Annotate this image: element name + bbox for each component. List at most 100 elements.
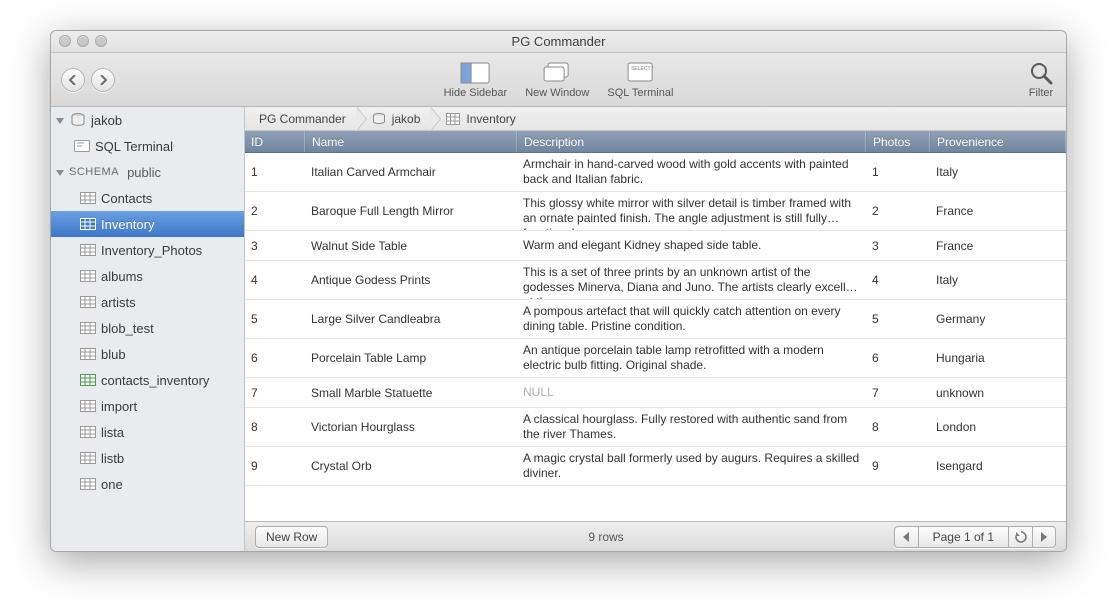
disclosure-triangle-icon[interactable] — [55, 167, 65, 177]
database-icon — [370, 113, 388, 125]
sidebar-db-label: jakob — [91, 113, 244, 128]
cell-description-wrap: Armchair in hand-carved wood with gold a… — [517, 153, 866, 191]
column-header-name[interactable]: Name — [305, 131, 517, 152]
close-window-button[interactable] — [59, 35, 71, 47]
cell-description: A magic crystal ball formerly used by au… — [523, 451, 859, 480]
table-icon — [79, 244, 97, 256]
column-header-description[interactable]: Description — [517, 131, 866, 152]
app-window: PG Commander Hide Sidebar New Window — [50, 30, 1067, 552]
table-body[interactable]: 1Italian Carved ArmchairArmchair in hand… — [245, 153, 1066, 521]
toolbar-center: Hide Sidebar New Window SELECT * SQL Ter… — [444, 61, 674, 99]
table-icon — [79, 322, 97, 334]
table-row[interactable]: 3Walnut Side Table Warm and elegant Kidne… — [245, 231, 1066, 261]
cell-id: 7 — [245, 382, 305, 404]
sidebar-item-contacts_inventory[interactable]: contacts_inventory — [51, 367, 244, 393]
table-icon — [79, 452, 97, 464]
terminal-icon: SELECT * — [625, 61, 655, 85]
triangle-right-icon — [1040, 532, 1048, 542]
sidebar-item-label: albums — [101, 269, 244, 284]
column-header-id[interactable]: ID — [245, 131, 305, 152]
cell-name: Baroque Full Length Mirror — [305, 200, 517, 222]
schema-name: public — [127, 165, 244, 180]
sidebar-item-one[interactable]: one — [51, 471, 244, 497]
table-icon — [79, 192, 97, 204]
toolbar-label: Filter — [1029, 87, 1053, 99]
footer: New Row 9 rows Page 1 of 1 — [245, 521, 1066, 551]
table-row[interactable]: 1Italian Carved ArmchairArmchair in hand… — [245, 153, 1066, 192]
breadcrumb-item[interactable]: PG Commander — [245, 107, 356, 130]
sidebar-item-blub[interactable]: blub — [51, 341, 244, 367]
breadcrumb-item[interactable]: Inventory — [430, 107, 525, 130]
refresh-icon — [1015, 531, 1027, 543]
table-row[interactable]: 6Porcelain Table LampAn antique porcelai… — [245, 339, 1066, 378]
zoom-window-button[interactable] — [95, 35, 107, 47]
sql-terminal-button[interactable]: SELECT * SQL Terminal — [607, 61, 673, 99]
cell-provenience: Hungaria — [930, 347, 1066, 369]
minimize-window-button[interactable] — [77, 35, 89, 47]
sidebar-item-artists[interactable]: artists — [51, 289, 244, 315]
toolbar-label: SQL Terminal — [607, 87, 673, 99]
hide-sidebar-button[interactable]: Hide Sidebar — [444, 61, 508, 99]
page-next-button[interactable] — [1032, 526, 1056, 548]
cell-name: Crystal Orb — [305, 455, 517, 477]
sidebar-item-inventory_photos[interactable]: Inventory_Photos — [51, 237, 244, 263]
column-header-provenience[interactable]: Provenience — [930, 131, 1066, 152]
cell-photos: 1 — [866, 161, 930, 183]
table-row[interactable]: 9Crystal OrbA magic crystal ball formerl… — [245, 447, 1066, 486]
table-row[interactable]: 5Large Silver CandleabraA pompous artefa… — [245, 300, 1066, 339]
sidebar-icon — [460, 61, 490, 85]
disclosure-triangle-icon[interactable] — [55, 115, 65, 125]
breadcrumb-label: jakob — [392, 112, 421, 126]
page-indicator: Page 1 of 1 — [918, 526, 1008, 548]
table-row[interactable]: 4Antique Godess PrintsThis is a set of t… — [245, 261, 1066, 300]
new-window-button[interactable]: New Window — [525, 61, 589, 99]
sidebar-item-blob_test[interactable]: blob_test — [51, 315, 244, 341]
sidebar-item-lista[interactable]: lista — [51, 419, 244, 445]
sidebar-item-import[interactable]: import — [51, 393, 244, 419]
cell-description: Warm and elegant Kidney shaped side tabl… — [523, 238, 761, 252]
filter-button[interactable]: Filter — [1026, 61, 1056, 99]
cell-provenience: France — [930, 235, 1066, 257]
sidebar-item-label: blob_test — [101, 321, 244, 336]
sidebar-item-label: contacts_inventory — [101, 373, 244, 388]
cell-id: 2 — [245, 200, 305, 222]
back-button[interactable] — [61, 68, 85, 92]
cell-description-wrap: A classical hourglass. Fully restored wi… — [517, 408, 866, 446]
table-row[interactable]: 8Victorian HourglassA classical hourglas… — [245, 408, 1066, 447]
traffic-lights — [59, 35, 107, 47]
cell-name: Victorian Hourglass — [305, 416, 517, 438]
column-header-photos[interactable]: Photos — [866, 131, 930, 152]
cell-photos: 6 — [866, 347, 930, 369]
sidebar-item-listb[interactable]: listb — [51, 445, 244, 471]
terminal-icon — [73, 140, 91, 152]
sidebar: jakob SQL Terminal SCHEMA public Contact… — [51, 107, 245, 551]
cell-description-wrap: An antique porcelain table lamp retrofit… — [517, 339, 866, 377]
cell-id: 8 — [245, 416, 305, 438]
sidebar-item-inventory[interactable]: Inventory — [51, 211, 244, 237]
sidebar-sql-terminal[interactable]: SQL Terminal — [51, 133, 244, 159]
forward-button[interactable] — [91, 68, 115, 92]
breadcrumb-item[interactable]: jakob — [356, 107, 431, 130]
new-row-button[interactable]: New Row — [255, 526, 328, 548]
cell-id: 3 — [245, 235, 305, 257]
table-row[interactable]: 7Small Marble StatuetteNULL7unknown — [245, 378, 1066, 408]
sidebar-item-albums[interactable]: albums — [51, 263, 244, 289]
page-prev-button[interactable] — [894, 526, 918, 548]
table-icon — [79, 426, 97, 438]
sidebar-item-label: import — [101, 399, 244, 414]
table-row[interactable]: 2Baroque Full Length MirrorThis glossy w… — [245, 192, 1066, 231]
sidebar-item-label: lista — [101, 425, 244, 440]
cell-name: Walnut Side Table — [305, 235, 517, 257]
breadcrumb-label: PG Commander — [259, 112, 346, 126]
page-refresh-button[interactable] — [1008, 526, 1032, 548]
svg-text:SELECT *: SELECT * — [631, 66, 653, 72]
table-icon — [79, 270, 97, 282]
cell-photos: 2 — [866, 200, 930, 222]
cell-provenience: Italy — [930, 161, 1066, 183]
table-icon — [444, 113, 462, 125]
sidebar-schema-node[interactable]: SCHEMA public — [51, 159, 244, 185]
schema-prefix: SCHEMA — [69, 166, 119, 178]
sidebar-db-node[interactable]: jakob — [51, 107, 244, 133]
windows-icon — [542, 61, 572, 85]
sidebar-item-contacts[interactable]: Contacts — [51, 185, 244, 211]
